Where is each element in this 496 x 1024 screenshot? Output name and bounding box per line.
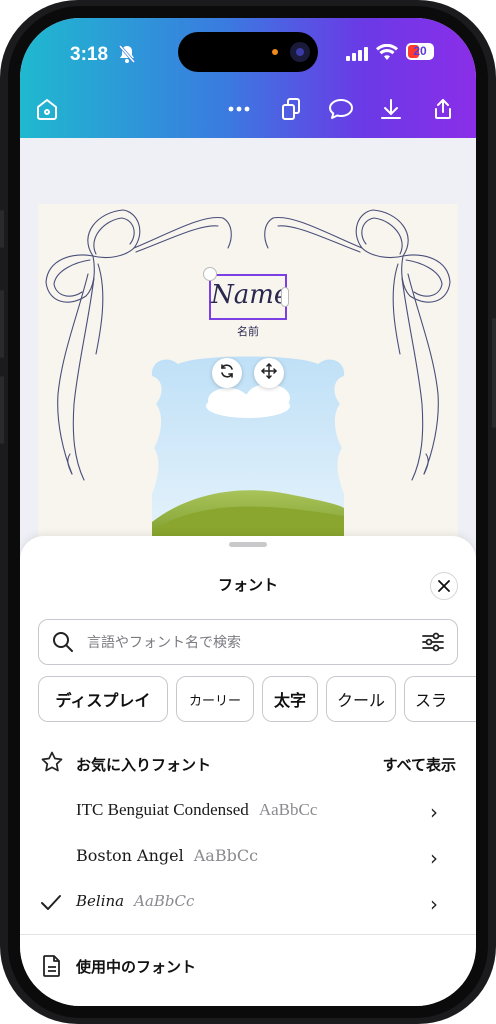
chip-cool[interactable]: クール [326, 676, 396, 722]
chevron-right-icon: › [430, 846, 438, 870]
search-icon [51, 630, 75, 658]
search-input[interactable] [85, 630, 409, 656]
ribbon-bow-illustration [45, 209, 451, 544]
download-icon[interactable] [378, 96, 404, 122]
fonts-in-use-row[interactable]: 使用中のフォント [20, 950, 476, 986]
top-bar: 3:18 20 [20, 18, 476, 138]
rotate-handle[interactable] [203, 267, 217, 281]
favorites-header: お気に入りフォント すべて表示 [20, 748, 476, 778]
chip-curly[interactable]: カーリー [176, 676, 254, 722]
move-button[interactable] [254, 358, 284, 388]
volume-down-button [0, 376, 4, 444]
mute-bell-icon [118, 44, 136, 68]
font-name: ITC Benguiat Condensed [76, 800, 249, 819]
phone-frame: 3:18 20 Name 名前 フォント 言語やフォント名で検索 ディスプレイ … [0, 0, 496, 1024]
dynamic-island [178, 32, 318, 72]
font-item-label: ITC Benguiat Condensed AaBbCc [76, 800, 317, 820]
wifi-icon [376, 43, 398, 65]
volume-up-button [0, 290, 4, 358]
favorites-label: お気に入りフォント [76, 756, 212, 774]
font-list-item[interactable]: Belina AaBbCc › [20, 880, 476, 926]
font-panel: フォント ディスプレイ カーリー 太字 クール スラ [20, 536, 476, 1006]
resize-handle[interactable] [281, 287, 289, 307]
comment-icon[interactable] [328, 96, 354, 122]
move-icon [261, 363, 277, 383]
font-item-label: Boston Angel AaBbCc [76, 846, 258, 865]
share-icon[interactable] [430, 96, 456, 122]
close-icon [438, 577, 450, 596]
rotate-icon [219, 363, 235, 383]
star-icon [40, 750, 64, 778]
divider [20, 934, 476, 935]
chip-bold[interactable]: 太字 [262, 676, 318, 722]
check-icon [40, 894, 62, 916]
fonts-in-use-label: 使用中のフォント [76, 958, 197, 976]
font-item-label: Belina AaBbCc [76, 892, 194, 910]
font-list-item[interactable]: ITC Benguiat Condensed AaBbCc › [20, 788, 476, 834]
font-sample: AaBbCc [258, 800, 318, 819]
battery-indicator: 20 [406, 43, 434, 60]
canvas-title-text[interactable]: Name [211, 280, 289, 310]
signal-icon [346, 46, 368, 65]
panel-title: フォント [217, 576, 278, 594]
font-list-item[interactable]: Boston Angel AaBbCc › [20, 834, 476, 880]
design-page[interactable]: Name 名前 [38, 204, 458, 544]
battery-level: 20 [413, 44, 427, 58]
font-name: Boston Angel [76, 846, 184, 865]
show-all-link[interactable]: すべて表示 [383, 754, 456, 775]
home-icon[interactable] [34, 96, 60, 122]
design-canvas[interactable]: Name 名前 [20, 138, 476, 558]
sheet-grabber[interactable] [229, 542, 267, 547]
mute-switch [0, 210, 4, 248]
font-search-box[interactable] [38, 619, 458, 665]
more-icon[interactable] [226, 96, 252, 122]
status-time: 3:18 [70, 44, 109, 65]
chevron-right-icon: › [430, 892, 438, 916]
close-button[interactable] [430, 572, 458, 600]
document-icon [42, 954, 62, 982]
canvas-subtitle-text[interactable]: 名前 [208, 323, 288, 339]
pages-icon[interactable] [278, 96, 304, 122]
camera-lens [290, 42, 310, 62]
font-name: Belina [76, 892, 125, 910]
screen: 3:18 20 Name 名前 フォント 言語やフォント名で検索 ディスプレイ … [20, 18, 476, 1006]
chip-display[interactable]: ディスプレイ [38, 676, 168, 722]
chip-partial[interactable]: スラ [404, 676, 476, 722]
rotate-button[interactable] [212, 358, 242, 388]
selected-text-element[interactable]: Name [209, 274, 289, 320]
privacy-dot [272, 49, 278, 55]
filter-icon[interactable] [421, 630, 445, 658]
chevron-right-icon: › [430, 800, 438, 824]
font-sample: AaBbCc [134, 892, 195, 910]
font-sample: AaBbCc [193, 846, 259, 865]
power-button [492, 318, 496, 428]
